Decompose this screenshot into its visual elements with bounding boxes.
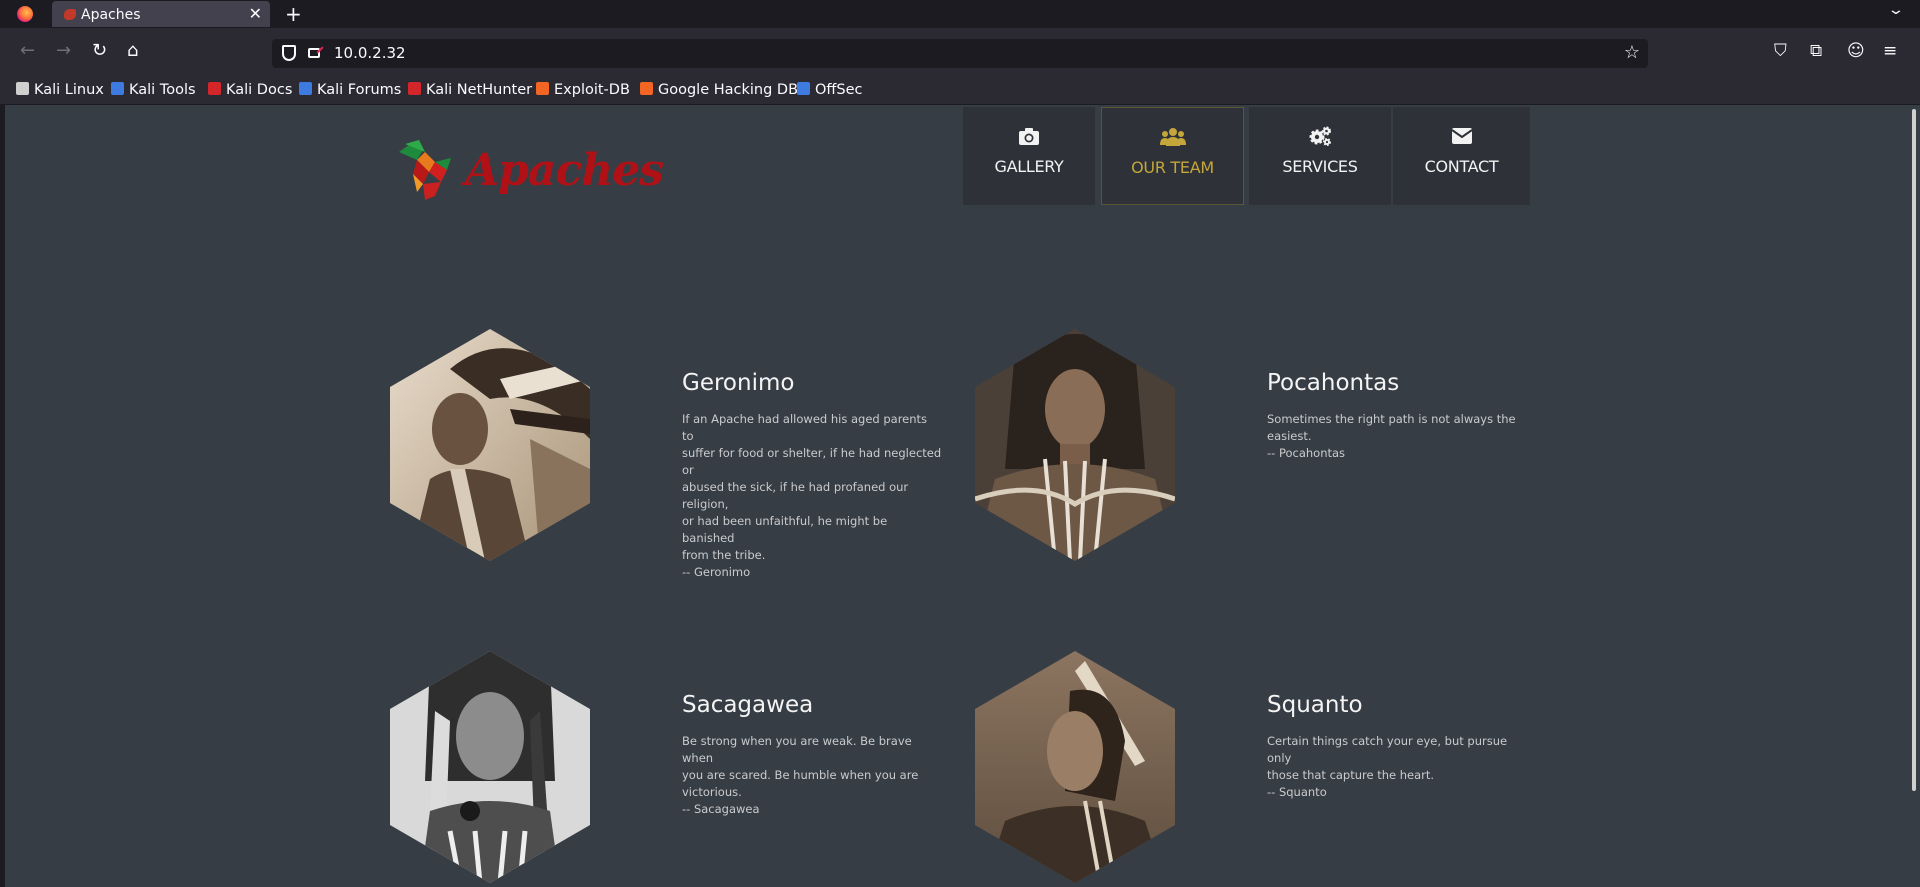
web-page: Apaches GALLERY OUR TEAM SERVICES CONTAC… <box>5 105 1910 887</box>
member-name-pocahontas: Pocahontas <box>1267 370 1400 396</box>
tracking-shield-icon[interactable] <box>282 45 296 61</box>
member-name-geronimo: Geronimo <box>682 370 795 396</box>
ghdb-icon <box>640 82 653 95</box>
member-quote-sacagawea: Be strong when you are weak. Be brave wh… <box>682 734 919 816</box>
bookmark-exploit-db[interactable]: Exploit-DB <box>536 82 630 98</box>
member-name-squanto: Squanto <box>1267 692 1363 718</box>
extensions-icon[interactable]: ⧉ <box>1810 41 1822 61</box>
close-tab-icon[interactable]: ✕ <box>249 4 262 23</box>
offsec-icon <box>797 82 810 95</box>
scrollbar-thumb[interactable] <box>1912 109 1916 791</box>
bookmark-google-hacking-db[interactable]: Google Hacking DB <box>640 82 798 98</box>
bookmark-kali-linux[interactable]: Kali Linux <box>16 82 104 98</box>
reload-icon[interactable]: ↻ <box>92 42 107 60</box>
nav-contact[interactable]: CONTACT <box>1393 107 1530 205</box>
bookmark-star-icon[interactable]: ☆ <box>1624 42 1640 63</box>
nav-services-label: SERVICES <box>1282 157 1358 176</box>
forward-arrow-icon[interactable]: → <box>56 42 71 60</box>
site-logo-text[interactable]: Apaches <box>465 145 664 196</box>
squanto-portrait <box>975 651 1175 883</box>
tab-title: Apaches <box>81 7 141 23</box>
kali-forums-icon <box>299 82 312 95</box>
group-icon <box>1159 128 1186 146</box>
bookmark-kali-forums[interactable]: Kali Forums <box>299 82 401 98</box>
member-quote-squanto: Certain things catch your eye, but pursu… <box>1267 734 1508 799</box>
apache-favicon-icon <box>64 9 76 20</box>
member-quote-pocahontas: Sometimes the right path is not always t… <box>1267 412 1516 460</box>
bookmark-kali-docs[interactable]: Kali Docs <box>208 82 292 98</box>
browser-tab[interactable]: Apaches ✕ <box>52 1 270 27</box>
exploit-db-icon <box>536 82 549 95</box>
nav-gallery[interactable]: GALLERY <box>963 107 1095 205</box>
insecure-lock-icon[interactable] <box>308 48 320 58</box>
navigation-toolbar: ← → ↻ ⌂ 10.0.2.32 ☆ ⛉ ⧉ ☺ ≡ <box>0 28 1920 78</box>
back-arrow-icon[interactable]: ← <box>20 42 35 60</box>
new-tab-button[interactable]: + <box>285 2 302 26</box>
bookmark-kali-nethunter[interactable]: Kali NetHunter <box>408 82 532 98</box>
bookmarks-toolbar: Kali Linux Kali Tools Kali Docs Kali For… <box>0 78 1920 104</box>
pocket-icon[interactable]: ⛉ <box>1774 41 1787 61</box>
menu-hamburger-icon[interactable]: ≡ <box>1883 41 1897 61</box>
nav-gallery-label: GALLERY <box>994 157 1064 176</box>
bookmark-kali-tools[interactable]: Kali Tools <box>111 82 196 98</box>
list-all-tabs-icon[interactable]: ⌄ <box>1887 2 1905 18</box>
address-bar[interactable]: 10.0.2.32 ☆ <box>272 39 1648 68</box>
account-icon[interactable]: ☺ <box>1847 41 1865 61</box>
tab-bar: Apaches ✕ + ⌄ <box>0 0 1920 28</box>
geronimo-portrait <box>390 329 590 561</box>
member-name-sacagawea: Sacagawea <box>682 692 814 718</box>
kali-nethunter-icon <box>408 82 421 95</box>
home-icon[interactable]: ⌂ <box>127 42 138 60</box>
page-scrollbar[interactable] <box>1910 105 1920 887</box>
sacagawea-portrait <box>390 651 590 883</box>
nav-our-team[interactable]: OUR TEAM <box>1101 107 1244 205</box>
gears-icon <box>1309 126 1331 146</box>
kali-tools-icon <box>111 82 124 95</box>
camera-icon <box>1019 128 1039 145</box>
nav-contact-label: CONTACT <box>1424 157 1499 176</box>
member-quote-geronimo: If an Apache had allowed his aged parent… <box>682 412 942 579</box>
nav-services[interactable]: SERVICES <box>1249 107 1391 205</box>
nav-our-team-label: OUR TEAM <box>1131 158 1214 177</box>
bookmark-offsec[interactable]: OffSec <box>797 82 863 98</box>
url-text[interactable]: 10.0.2.32 <box>334 44 406 62</box>
firefox-icon[interactable] <box>17 6 33 22</box>
envelope-icon <box>1450 128 1473 144</box>
kali-docs-icon <box>208 82 221 95</box>
apache-head-logo-icon[interactable] <box>395 140 457 202</box>
pocahontas-portrait <box>975 329 1175 561</box>
kali-dragon-icon <box>16 82 29 95</box>
